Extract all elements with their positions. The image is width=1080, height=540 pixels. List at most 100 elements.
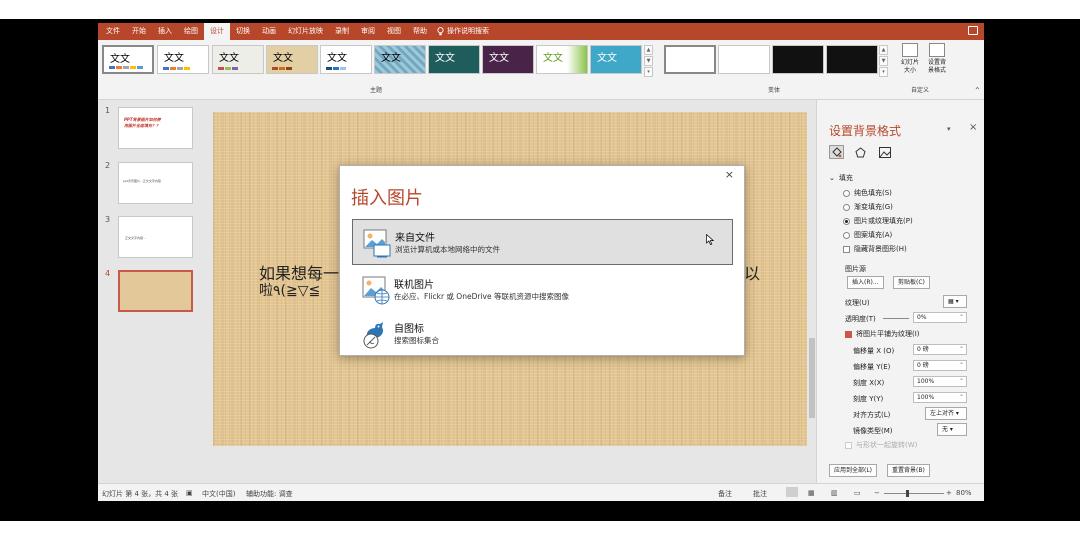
clipboard-button[interactable]: 剪贴板(C): [893, 276, 930, 289]
mirror-dropdown[interactable]: 无 ▾: [937, 423, 967, 436]
picture-tab-icon[interactable]: [877, 145, 892, 159]
notes-button[interactable]: 备注: [718, 489, 732, 499]
radio-pattern[interactable]: [843, 231, 850, 239]
variant-2[interactable]: [718, 45, 770, 74]
theme-6[interactable]: 文文: [374, 45, 426, 74]
menu-animations[interactable]: 动画: [256, 23, 282, 40]
theme-office[interactable]: 文文: [102, 45, 154, 74]
rotate-checkbox[interactable]: [845, 441, 852, 449]
transparency-input[interactable]: 0%: [913, 312, 967, 323]
collapse-ribbon-icon[interactable]: ⌃: [974, 86, 981, 95]
from-file-option[interactable]: 来自文件 浏览计算机或本地网络中的文件: [352, 219, 733, 265]
slide-thumbnail-4[interactable]: [118, 270, 193, 312]
variants-more[interactable]: ▾: [879, 67, 888, 77]
fill-option-gradient[interactable]: 渐变填充(G): [843, 202, 893, 212]
normal-view-icon[interactable]: [786, 487, 798, 497]
reset-background-button[interactable]: 重置背景(B): [887, 464, 930, 477]
from-icons-option[interactable]: 自图标 搜索图标集合: [352, 311, 733, 357]
themes-scroll-up[interactable]: ▲: [644, 45, 653, 55]
slide-thumbnail-1[interactable]: PPT背景图片如何使 用图片全面填充？？: [118, 107, 193, 149]
themes-scroll-down[interactable]: ▼: [644, 56, 653, 66]
menu-help[interactable]: 帮助: [407, 23, 433, 40]
theme-7[interactable]: 文文: [428, 45, 480, 74]
menu-design[interactable]: 设计: [204, 23, 230, 40]
menu-review[interactable]: 审阅: [355, 23, 381, 40]
fill-section-header[interactable]: ⌄ 填充: [829, 173, 853, 183]
tell-me-search[interactable]: 操作说明搜索: [433, 23, 495, 40]
online-pictures-option[interactable]: 联机图片 在必应、Flickr 或 OneDrive 等联机资源中搜索图像: [352, 267, 733, 313]
theme-color-bars: [218, 67, 238, 70]
close-icon[interactable]: ×: [725, 168, 734, 181]
fill-option-solid[interactable]: 纯色填充(S): [843, 188, 892, 198]
insert-picture-button[interactable]: 插入(R)...: [847, 276, 884, 289]
radio-picture[interactable]: [843, 217, 850, 225]
menu-transitions[interactable]: 切换: [230, 23, 256, 40]
slide-sorter-icon[interactable]: ▦: [808, 489, 815, 497]
variant-3[interactable]: [772, 45, 824, 74]
slide-thumbnail-3[interactable]: 正文文字内容...: [118, 216, 193, 258]
alignment-dropdown[interactable]: 左上对齐 ▾: [925, 407, 967, 420]
effects-tab-icon[interactable]: [853, 145, 868, 159]
menu-home[interactable]: 开始: [126, 23, 152, 40]
pane-options-icon[interactable]: ▾: [947, 125, 951, 133]
menu-insert[interactable]: 插入: [152, 23, 178, 40]
tile-checkbox[interactable]: [845, 330, 852, 338]
menu-view[interactable]: 视图: [381, 23, 407, 40]
menu-record[interactable]: 录制: [329, 23, 355, 40]
offset-y-input[interactable]: 0 磅: [913, 360, 967, 371]
zoom-level[interactable]: 80%: [956, 489, 972, 497]
variant-1[interactable]: [664, 45, 716, 74]
accessibility-status[interactable]: 辅助功能: 调查: [246, 489, 293, 499]
slideshow-view-icon[interactable]: ▭: [854, 489, 861, 497]
menu-file[interactable]: 文件: [98, 23, 126, 40]
comments-icon[interactable]: [968, 26, 978, 35]
variants-scroll-down[interactable]: ▼: [879, 56, 888, 66]
slide-vertical-scrollbar[interactable]: [808, 108, 816, 478]
ribbon-design: 文文 文文 文文 文文 文文 文文 文文 文文 文文 文文 ▲ ▼ ▾ 主题 ▲…: [98, 40, 984, 100]
zoom-slider-knob[interactable]: [906, 490, 909, 497]
texture-label: 纹理(U): [845, 299, 870, 307]
scrollbar-thumb[interactable]: [809, 338, 815, 418]
fill-tab-icon[interactable]: [829, 145, 844, 159]
offset-x-input[interactable]: 0 磅: [913, 344, 967, 355]
comments-button[interactable]: 批注: [753, 489, 767, 499]
tile-as-texture[interactable]: 将图片平铺为纹理(I): [845, 329, 920, 339]
rotate-with-shape[interactable]: 与形状一起旋转(W): [845, 440, 917, 450]
theme-9[interactable]: 文文: [536, 45, 588, 74]
texture-dropdown[interactable]: ▦ ▾: [943, 295, 967, 308]
radio-gradient[interactable]: [843, 203, 850, 211]
theme-8[interactable]: 文文: [482, 45, 534, 74]
theme-3[interactable]: 文文: [212, 45, 264, 74]
scale-y-input[interactable]: 100%: [913, 392, 967, 403]
pane-close-icon[interactable]: ×: [969, 122, 977, 133]
radio-solid[interactable]: [843, 189, 850, 197]
theme-2[interactable]: 文文: [157, 45, 209, 74]
menu-slideshow[interactable]: 幻灯片放映: [282, 23, 329, 40]
menu-draw[interactable]: 绘图: [178, 23, 204, 40]
online-pictures-desc: 在必应、Flickr 或 OneDrive 等联机资源中搜索图像: [394, 292, 569, 301]
zoom-slider[interactable]: [884, 493, 944, 494]
spellcheck-icon[interactable]: ▣: [186, 489, 193, 497]
theme-5[interactable]: 文文: [320, 45, 372, 74]
scale-x-input[interactable]: 100%: [913, 376, 967, 387]
hide-bg-graphics[interactable]: 隐藏背景图形(H): [843, 244, 907, 254]
slide-thumbnail-2[interactable]: ppt背景图片...正文文字内容: [118, 162, 193, 204]
theme-10[interactable]: 文文: [590, 45, 642, 74]
variants-scroll-up[interactable]: ▲: [879, 45, 888, 55]
language-status[interactable]: 中文(中国): [202, 489, 235, 499]
apply-to-all-button[interactable]: 应用到全部(L): [829, 464, 878, 477]
mirror-label: 镜像类型(M): [853, 427, 893, 435]
zoom-out-button[interactable]: −: [874, 489, 880, 497]
variant-4[interactable]: [826, 45, 878, 74]
zoom-in-button[interactable]: +: [946, 489, 952, 497]
themes-more[interactable]: ▾: [644, 67, 653, 77]
hide-bg-checkbox[interactable]: [843, 245, 850, 253]
fill-option-picture[interactable]: 图片或纹理填充(P): [843, 216, 913, 226]
format-background-button[interactable]: 设置背 景格式: [924, 43, 950, 75]
fill-option-pattern[interactable]: 图案填充(A): [843, 230, 892, 240]
slide-size-button[interactable]: 幻灯片 大小: [898, 43, 922, 75]
transparency-slider[interactable]: [883, 318, 909, 319]
reading-view-icon[interactable]: ▥: [831, 489, 838, 497]
thumb-number: 3: [105, 215, 111, 224]
theme-4[interactable]: 文文: [266, 45, 318, 74]
